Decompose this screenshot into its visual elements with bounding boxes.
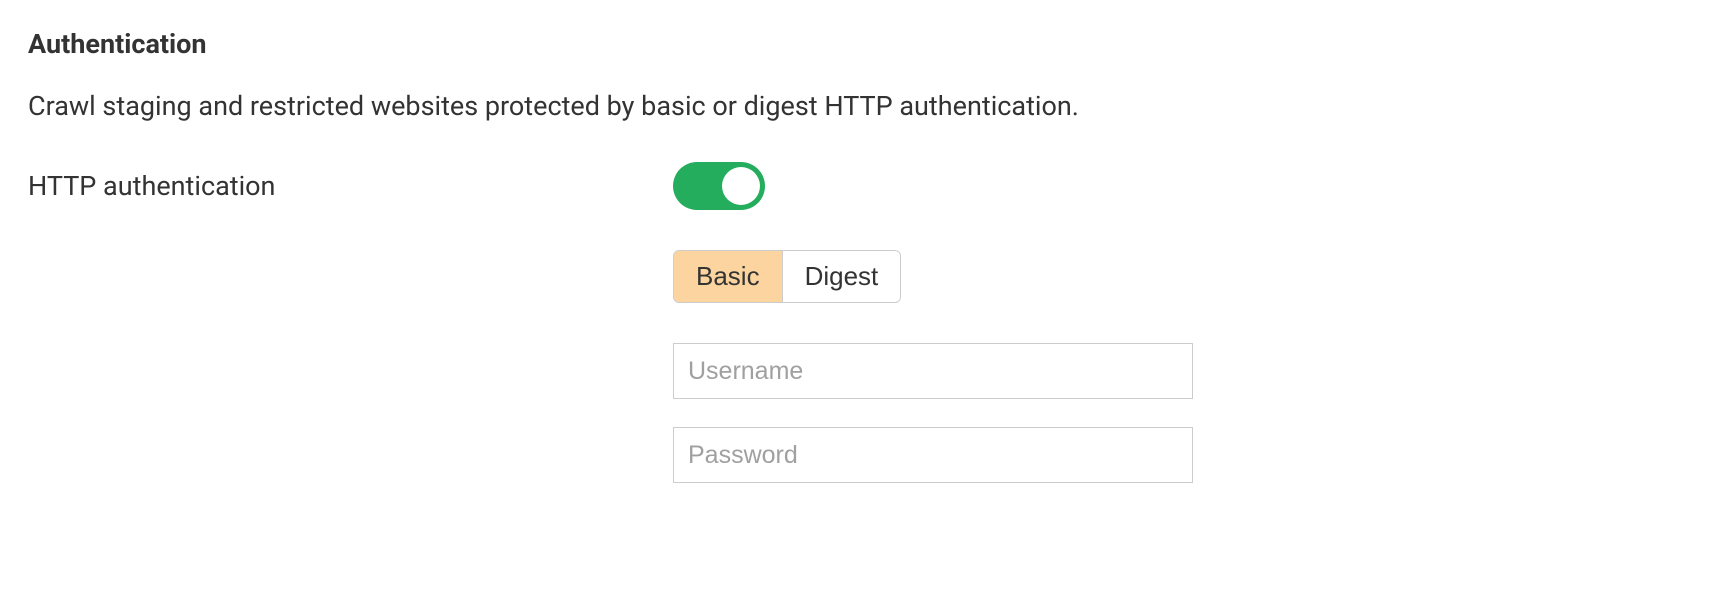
password-field[interactable] <box>673 427 1193 483</box>
section-description: Crawl staging and restricted websites pr… <box>28 90 1695 122</box>
username-field[interactable] <box>673 343 1193 399</box>
toggle-knob <box>722 167 760 205</box>
form-controls: Basic Digest <box>673 162 1193 495</box>
section-title: Authentication <box>28 28 1695 60</box>
auth-type-selector: Basic Digest <box>673 250 901 303</box>
auth-type-basic-button[interactable]: Basic <box>674 251 782 302</box>
http-auth-label: HTTP authentication <box>28 162 673 206</box>
http-auth-toggle[interactable] <box>673 162 765 210</box>
http-auth-row: HTTP authentication Basic Digest <box>28 162 1695 495</box>
auth-type-digest-button[interactable]: Digest <box>782 251 901 302</box>
